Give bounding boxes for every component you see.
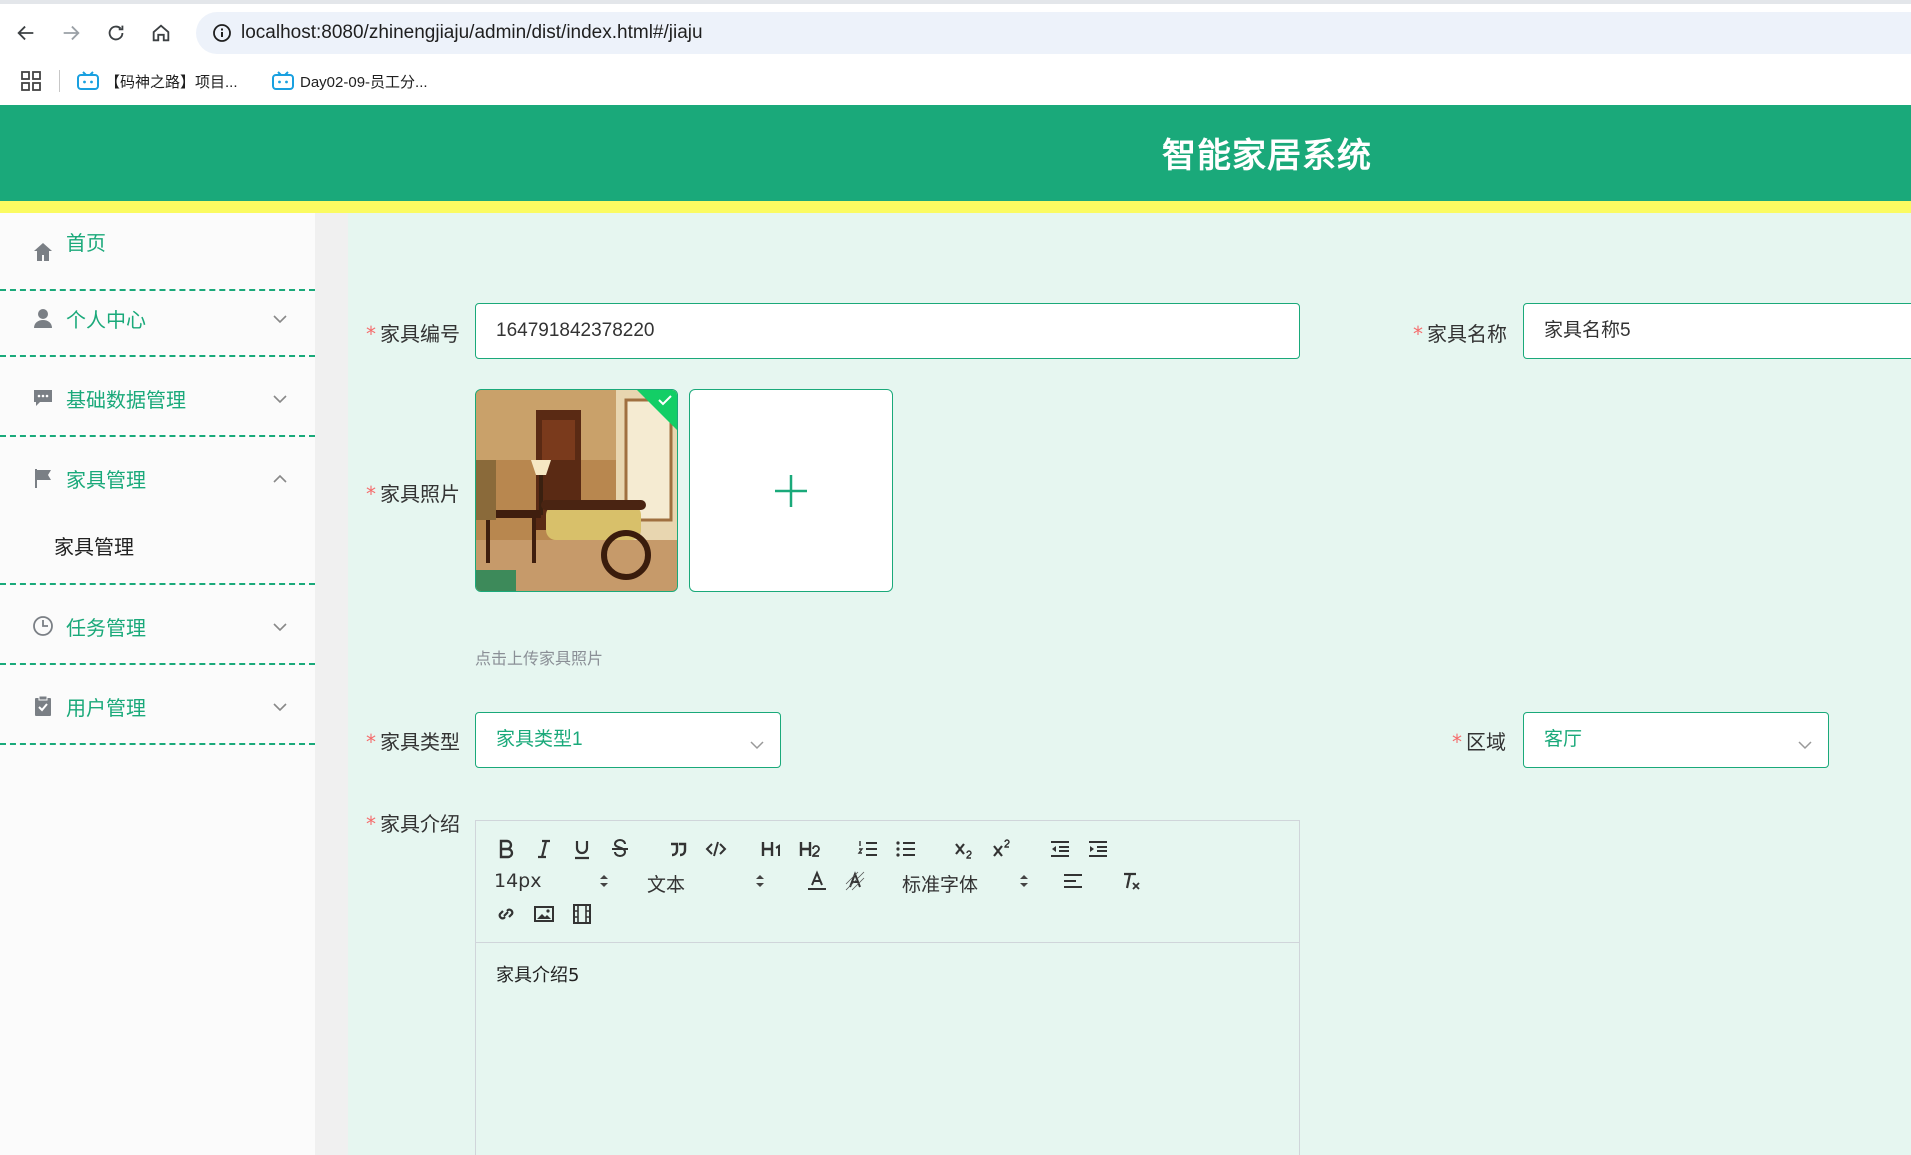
editor-toolbar: 14px 文本 标准字体	[476, 821, 1299, 943]
flag-icon	[32, 467, 54, 489]
italic-icon[interactable]	[530, 835, 558, 863]
user-icon	[32, 307, 54, 329]
bold-icon[interactable]	[492, 835, 520, 863]
sidebar-item-label: 基础数据管理	[66, 388, 186, 412]
field-label-photo: * 家具照片	[366, 482, 460, 506]
font-size-select[interactable]: 14px	[494, 870, 541, 892]
chevron-down-icon	[1797, 735, 1813, 750]
text-style-select[interactable]: 文本	[647, 870, 685, 897]
field-label-area: * 区域	[1452, 730, 1506, 754]
clear-format-icon[interactable]	[1117, 867, 1145, 895]
sidebar-item-basic-data[interactable]: 基础数据管理	[0, 359, 315, 437]
field-label-intro: * 家具介绍	[366, 812, 460, 836]
background-color-icon[interactable]	[841, 867, 869, 895]
bilibili-icon	[77, 71, 99, 90]
align-left-icon[interactable]	[1059, 867, 1087, 895]
sidebar-item-tasks[interactable]: 任务管理	[0, 587, 315, 665]
sidebar: 首页 个人中心 基础数据管理 家具管理 家具管理 任务管理 用户管理	[0, 213, 315, 1155]
apps-grid-icon[interactable]	[20, 70, 42, 92]
furniture-type-select[interactable]: 家具类型1	[475, 712, 781, 768]
chevron-up-icon	[272, 470, 288, 483]
clock-icon	[32, 615, 54, 637]
plus-icon	[775, 474, 807, 507]
rich-text-editor[interactable]: 14px 文本 标准字体 家具介绍5	[475, 820, 1300, 1155]
chevron-down-icon	[272, 618, 288, 632]
editor-content[interactable]: 家具介绍5	[496, 961, 579, 987]
reload-icon[interactable]	[100, 17, 132, 49]
forward-icon[interactable]	[55, 17, 87, 49]
chevron-down-icon	[749, 735, 765, 750]
field-label-type: * 家具类型	[366, 730, 460, 754]
video-icon[interactable]	[568, 900, 596, 928]
select-arrows-icon	[599, 873, 609, 889]
font-color-icon[interactable]	[803, 867, 831, 895]
heading-1-icon[interactable]	[758, 835, 786, 863]
photo-upload-hint: 点击上传家具照片	[475, 649, 604, 668]
clipboard-check-icon	[32, 695, 54, 717]
select-arrows-icon	[1019, 873, 1029, 889]
field-label-code: * 家具编号	[366, 322, 460, 346]
home-page-icon[interactable]	[145, 17, 177, 49]
sidebar-item-label: 首页	[66, 231, 106, 255]
sidebar-subitem-furniture-management[interactable]: 家具管理	[54, 531, 134, 560]
font-family-select[interactable]: 标准字体	[902, 870, 978, 897]
ordered-list-icon[interactable]	[854, 835, 882, 863]
sidebar-item-users[interactable]: 用户管理	[0, 667, 315, 745]
select-arrows-icon	[755, 873, 765, 889]
browser-toolbar: localhost:8080/zhinengjiaju/admin/dist/i…	[0, 0, 1911, 66]
area-select[interactable]: 客厅	[1523, 712, 1829, 768]
bookmark-label: Day02-09-员工分...	[300, 73, 428, 91]
photo-upload-button[interactable]	[689, 389, 893, 592]
app-header	[0, 105, 1911, 201]
bilibili-icon	[272, 71, 294, 90]
tab-strip	[0, 0, 1911, 4]
message-icon	[32, 387, 54, 409]
home-icon	[32, 241, 54, 263]
bullet-list-icon[interactable]	[892, 835, 920, 863]
image-icon[interactable]	[530, 900, 558, 928]
header-stripe	[0, 201, 1911, 213]
field-label-name: * 家具名称	[1413, 322, 1507, 346]
bookmark-item[interactable]: 【码神之路】项目...	[77, 68, 238, 94]
upload-success-icon	[637, 390, 677, 430]
sidebar-item-personal-center[interactable]: 个人中心	[0, 279, 315, 357]
app-title: 智能家居系统	[1162, 136, 1372, 176]
furniture-name-input[interactable]: 家具名称5	[1523, 303, 1911, 359]
blockquote-icon[interactable]	[664, 835, 692, 863]
underline-icon[interactable]	[568, 835, 596, 863]
heading-2-icon[interactable]	[796, 835, 824, 863]
code-block-icon[interactable]	[702, 835, 730, 863]
strikethrough-icon[interactable]	[606, 835, 634, 863]
address-bar[interactable]: localhost:8080/zhinengjiaju/admin/dist/i…	[196, 12, 1911, 54]
bookmark-separator	[59, 70, 60, 92]
bookmark-item[interactable]: Day02-09-员工分...	[272, 68, 428, 94]
chevron-down-icon	[272, 698, 288, 712]
address-url[interactable]: localhost:8080/zhinengjiaju/admin/dist/i…	[241, 22, 703, 44]
sidebar-item-label: 个人中心	[66, 308, 146, 332]
sidebar-item-label: 用户管理	[66, 696, 146, 720]
furniture-code-input[interactable]: 164791842378220	[475, 303, 1300, 359]
sidebar-item-label: 任务管理	[66, 616, 146, 640]
chevron-down-icon	[272, 310, 288, 324]
superscript-icon[interactable]	[988, 835, 1016, 863]
sidebar-item-label: 家具管理	[66, 468, 146, 492]
bookmark-label: 【码神之路】项目...	[105, 73, 238, 91]
subscript-icon[interactable]	[950, 835, 978, 863]
indent-icon[interactable]	[1084, 835, 1112, 863]
uploaded-photo[interactable]	[475, 389, 678, 592]
link-icon[interactable]	[492, 900, 520, 928]
chevron-down-icon	[272, 390, 288, 404]
sidebar-gutter	[315, 213, 348, 1155]
back-icon[interactable]	[10, 17, 42, 49]
site-info-icon[interactable]	[212, 23, 232, 43]
outdent-icon[interactable]	[1046, 835, 1074, 863]
sidebar-item-furniture[interactable]: 家具管理 家具管理	[0, 439, 315, 585]
